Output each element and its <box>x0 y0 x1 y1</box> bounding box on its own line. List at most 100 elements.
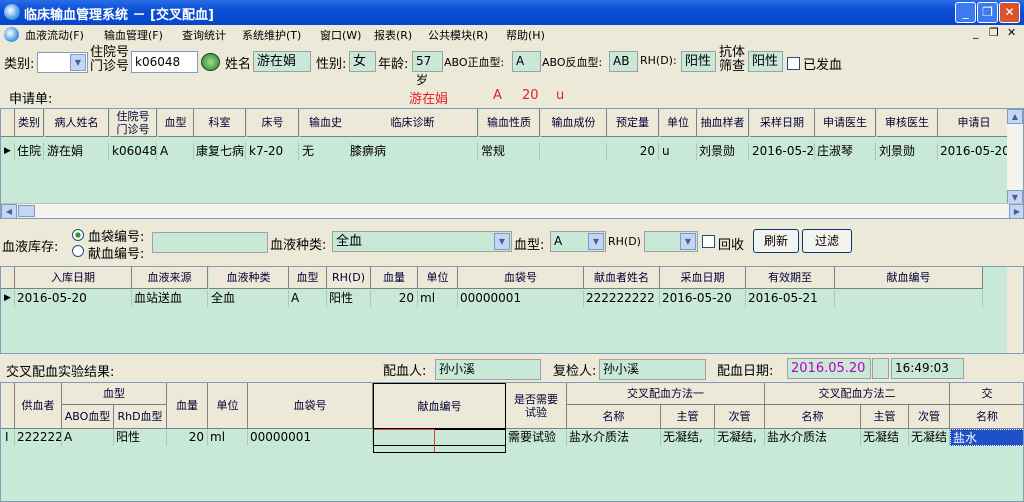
method1-main-header[interactable]: 主管 <box>661 405 715 429</box>
column-header[interactable]: 血型 <box>289 267 327 289</box>
chevron-down-icon[interactable]: ▼ <box>494 233 510 250</box>
donor-number-radio[interactable] <box>72 245 84 257</box>
column-header[interactable]: RH(D) <box>327 267 371 289</box>
table-cell[interactable]: 全血 <box>209 290 289 307</box>
blood-type-header[interactable]: 血型 <box>62 383 167 405</box>
table-cell[interactable]: A <box>289 290 327 307</box>
table-cell[interactable]: 00000001 <box>248 429 373 446</box>
mdi-close-icon[interactable]: ✕ <box>1007 26 1016 39</box>
column-header[interactable]: 输血成份 <box>541 109 607 137</box>
menu-item-flow[interactable]: 血液流动(F) <box>25 27 84 43</box>
column-header[interactable]: 床号 <box>247 109 299 137</box>
filter-button[interactable]: 过滤 <box>802 229 852 253</box>
menu-item-help[interactable]: 帮助(H) <box>506 27 545 43</box>
blood-type-select[interactable]: 全血 ▼ <box>332 231 512 252</box>
chevron-down-icon[interactable]: ▼ <box>680 233 696 250</box>
menu-item-system[interactable]: 系统维护(T) <box>242 27 301 43</box>
column-header[interactable]: 病人姓名 <box>45 109 109 137</box>
mdi-restore-icon[interactable]: ❐ <box>989 26 999 39</box>
id-input[interactable]: k06048 <box>131 51 198 73</box>
column-header[interactable]: 单位 <box>660 109 697 137</box>
donor-no-header[interactable]: 献血编号 <box>373 383 506 429</box>
column-header[interactable]: 申请日 <box>938 109 1011 137</box>
column-header[interactable]: 血液来源 <box>132 267 208 289</box>
column-header[interactable]: 入库日期 <box>15 267 132 289</box>
table-cell[interactable]: 阳性 <box>114 429 167 446</box>
table-cell[interactable]: 庄淑琴 <box>815 143 876 160</box>
unit-header[interactable]: 单位 <box>208 383 248 429</box>
table-cell[interactable]: 需要试验 <box>506 429 567 446</box>
table-cell[interactable]: ml <box>418 290 458 307</box>
table-cell[interactable]: 康复七病 <box>194 143 246 160</box>
menu-item-common[interactable]: 公共模块(R) <box>428 27 488 43</box>
app-vscroll[interactable]: ▲ ▼ <box>1007 109 1023 205</box>
table-cell[interactable]: 2016-05-20 <box>938 143 1011 160</box>
volume-header[interactable]: 血量 <box>167 383 208 429</box>
method1-name-header[interactable]: 名称 <box>567 405 661 429</box>
column-header[interactable]: 申请医生 <box>815 109 876 137</box>
table-cell[interactable]: 无凝结 <box>861 429 909 446</box>
method2-header[interactable]: 交叉配血方法二 <box>765 383 950 405</box>
menu-item-window[interactable]: 窗口(W) <box>320 27 361 43</box>
search-icon[interactable] <box>201 53 220 71</box>
table-cell[interactable]: 刘景勋 <box>877 143 938 160</box>
table-cell[interactable]: 无凝结 <box>909 429 950 446</box>
matcher-field[interactable]: 孙小溪 <box>435 359 541 380</box>
minimize-button[interactable]: _ <box>955 2 976 23</box>
application-table[interactable]: 类别 病人姓名 住院号 门诊号 血型 科室 床号 输血史 临床诊断 输血性质 输血成份 预定量 单位抽… <box>0 108 1024 219</box>
inv-vscroll[interactable] <box>1007 267 1023 353</box>
column-header[interactable]: 输血性质 <box>479 109 540 137</box>
refresh-button[interactable]: 刷新 <box>753 229 799 253</box>
abo-header[interactable]: ABO血型 <box>62 405 114 429</box>
table-cell[interactable]: A <box>158 143 194 160</box>
table-cell[interactable]: 游在娟 <box>45 143 109 160</box>
number-input[interactable] <box>152 232 268 253</box>
table-cell[interactable]: k7-20 <box>247 143 299 160</box>
date-picker-button[interactable] <box>872 358 889 379</box>
column-header[interactable]: 输血史 <box>300 109 352 137</box>
table-cell[interactable]: 血站送血 <box>132 290 208 307</box>
restore-button[interactable]: ❐ <box>977 2 998 23</box>
column-header[interactable]: 献血编号 <box>835 267 983 289</box>
rh-filter-select[interactable]: ▼ <box>644 231 698 252</box>
table-cell[interactable]: 2016-05-20 <box>660 290 746 307</box>
method2-name-header[interactable]: 名称 <box>765 405 861 429</box>
chevron-down-icon[interactable]: ▼ <box>70 54 86 71</box>
table-cell[interactable]: A <box>62 429 114 446</box>
column-header[interactable]: 采血日期 <box>660 267 746 289</box>
method1-header[interactable]: 交叉配血方法一 <box>567 383 765 405</box>
table-cell[interactable]: 盐水 <box>950 429 1023 446</box>
table-cell[interactable]: 阳性 <box>327 290 371 307</box>
table-cell[interactable]: 无凝结, <box>715 429 765 446</box>
table-cell[interactable]: 2016-05-21 <box>746 290 835 307</box>
table-cell[interactable]: ml <box>208 429 248 446</box>
column-header[interactable]: 血型 <box>158 109 194 137</box>
menu-item-manage[interactable]: 输血管理(F) <box>104 27 163 43</box>
recycle-checkbox[interactable] <box>702 235 715 248</box>
chevron-down-icon[interactable]: ▼ <box>588 233 604 250</box>
table-cell[interactable]: 222222222 <box>15 429 62 446</box>
table-cell[interactable]: k06048 <box>110 143 157 160</box>
table-cell[interactable]: u <box>660 143 697 160</box>
method2-minor-header[interactable]: 次管 <box>909 405 950 429</box>
table-cell[interactable]: 00000001 <box>458 290 584 307</box>
column-header[interactable]: 类别 <box>15 109 44 137</box>
column-header[interactable]: 有效期至 <box>746 267 835 289</box>
table-cell[interactable] <box>541 143 607 160</box>
time-field[interactable]: 16:49:03 <box>891 358 964 379</box>
table-cell[interactable]: 无 <box>300 143 352 160</box>
table-cell[interactable]: 住院 <box>15 143 44 160</box>
table-cell[interactable]: 222222222 <box>584 290 660 307</box>
column-header[interactable]: 血袋号 <box>458 267 584 289</box>
table-cell[interactable]: 2016-05-20 <box>750 143 815 160</box>
table-cell[interactable]: 刘景勋 <box>697 143 749 160</box>
method2-main-header[interactable]: 主管 <box>861 405 909 429</box>
menu-item-query[interactable]: 查询统计 <box>182 27 226 43</box>
table-cell[interactable]: 膝痹病 <box>348 143 478 160</box>
checker-field[interactable]: 孙小溪 <box>599 359 706 380</box>
column-header[interactable]: 单位 <box>418 267 458 289</box>
column-header[interactable]: 住院号 门诊号 <box>110 109 157 137</box>
table-cell[interactable]: 常规 <box>479 143 540 160</box>
bag-header[interactable]: 血袋号 <box>248 383 373 429</box>
mdi-minimize-icon[interactable]: _ <box>973 26 979 39</box>
